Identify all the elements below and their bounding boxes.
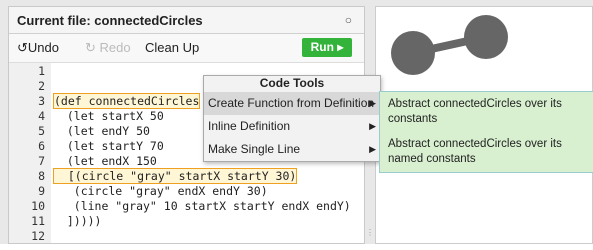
menu-item-create-function[interactable]: Create Function from Definition ▶ (204, 92, 380, 115)
run-button[interactable]: Run ▸ (302, 38, 352, 57)
submenu-arrow-icon: ▶ (369, 144, 376, 154)
toggle-circle-icon[interactable]: ○ (345, 13, 352, 27)
line-number: 3 (38, 94, 45, 108)
file-title: Current file: connectedCircles (17, 13, 203, 28)
submenu-item-constants[interactable]: Abstract connectedCircles over its const… (380, 92, 593, 132)
menu-item-make-single-line[interactable]: Make Single Line ▶ (204, 138, 380, 161)
code-line[interactable]: (let endY 50 (53, 124, 150, 138)
code-line[interactable]: [(circle "gray" startX startY 30) (53, 168, 298, 184)
file-title-bar: Current file: connectedCircles ○ (9, 7, 364, 34)
app-window: Current file: connectedCircles ○ ↺Undo ↻… (0, 0, 593, 244)
redo-button[interactable]: ↻ Redo (85, 40, 131, 56)
menu-header: Code Tools (259, 76, 325, 90)
line-number: 4 (38, 109, 45, 123)
undo-button[interactable]: ↺Undo (17, 40, 59, 56)
submenu-arrow-icon: ▶ (369, 121, 376, 131)
line-number: 5 (38, 124, 45, 138)
code-line[interactable]: (let startX 50 (53, 109, 164, 123)
line-number: 9 (38, 184, 45, 198)
abstract-submenu: Abstract connectedCircles over its const… (379, 91, 593, 173)
code-line-def[interactable]: (def connectedCircles (53, 93, 201, 109)
line-number: 2 (38, 79, 45, 93)
menu-item-label: Create Function from Definition (208, 96, 375, 110)
code-line[interactable]: (circle "gray" endX endY 30) (53, 184, 268, 198)
menu-item-inline-definition[interactable]: Inline Definition ▶ (204, 115, 380, 138)
code-line[interactable]: (let startY 70 (53, 139, 164, 153)
line-number: 11 (31, 214, 45, 228)
line-gutter: 1 2 3 4 5 6 7 8 9 10 11 12 (9, 63, 51, 243)
run-label: Run (310, 40, 334, 54)
toolbar: ↺Undo ↻ Redo Clean Up Run ▸ (9, 34, 364, 63)
submenu-item-named-constants[interactable]: Abstract connectedCircles over its named… (380, 132, 593, 172)
undo-icon: ↺ (17, 40, 28, 55)
clean-up-button[interactable]: Clean Up (145, 40, 199, 55)
line-number: 10 (31, 199, 45, 213)
redo-icon: ↻ (85, 40, 96, 55)
code-line[interactable]: (let endX 150 (53, 154, 157, 168)
menu-item-label: Make Single Line (208, 142, 301, 156)
line-number: 6 (38, 139, 45, 153)
line-number: 7 (38, 154, 45, 168)
code-line[interactable]: (line "gray" 10 startX startY endX endY) (53, 199, 351, 213)
line-number: 1 (38, 64, 45, 78)
redo-label: Redo (99, 40, 131, 55)
resize-handle[interactable]: ⋮ (366, 228, 374, 240)
line-number: 8 (38, 169, 45, 183)
code-tools-menu: Code Tools Create Function from Definiti… (203, 75, 381, 162)
undo-label: Undo (27, 40, 59, 55)
play-arrow-icon: ▸ (337, 40, 344, 54)
submenu-arrow-icon: ▶ (369, 98, 376, 108)
line-number: 12 (31, 229, 45, 243)
menu-item-label: Inline Definition (208, 119, 291, 133)
code-line[interactable]: ])))) (53, 214, 102, 228)
